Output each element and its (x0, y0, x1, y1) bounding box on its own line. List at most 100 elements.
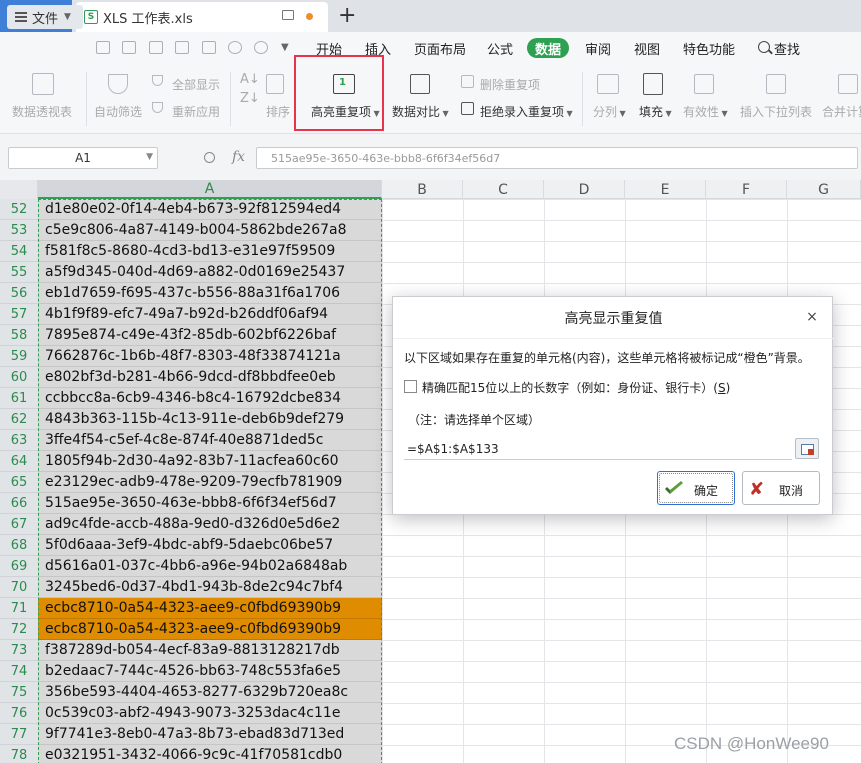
row-number[interactable]: 66 (0, 493, 38, 514)
row-number[interactable]: 70 (0, 577, 38, 598)
duplicate-cell[interactable]: ecbc8710-0a54-4323-aee9-c0fbd69390b9 (38, 598, 382, 619)
save-icon[interactable] (122, 41, 136, 54)
row-number[interactable]: 60 (0, 367, 38, 388)
reapply-button[interactable]: 重新应用 (172, 103, 220, 120)
highlight-duplicates-button[interactable]: 高亮重复项 ▼ (311, 103, 380, 120)
table-cell[interactable]: 3245bed6-0d37-4bd1-943b-8de2c94c7bf4 (38, 577, 382, 598)
formula-input[interactable]: 515ae95e-3650-463e-bbb8-6f6f34ef56d7 (256, 147, 858, 169)
column-header-b[interactable]: B (382, 180, 463, 199)
new-tab-plus-icon[interactable]: + (338, 3, 356, 28)
row-number[interactable]: 74 (0, 661, 38, 682)
column-header-a[interactable]: A (38, 180, 382, 199)
table-cell[interactable]: b2edaac7-744c-4526-bb63-748c553fa6e5 (38, 661, 382, 682)
monitor-icon[interactable] (282, 10, 294, 20)
cancel-button[interactable]: ✘ 取消 (742, 471, 820, 505)
redo-icon[interactable] (254, 41, 268, 54)
row-number[interactable]: 72 (0, 619, 38, 640)
table-cell[interactable]: c5e9c806-4a87-4149-b004-5862bde267a8 (38, 220, 382, 241)
table-cell[interactable]: 5f0d6aaa-3ef9-4bdc-abf9-5daebc06be57 (38, 535, 382, 556)
show-all-button[interactable]: 全部显示 (172, 76, 220, 93)
auto-filter-button[interactable]: 自动筛选 (94, 103, 142, 120)
row-number[interactable]: 55 (0, 262, 38, 283)
row-number[interactable]: 63 (0, 430, 38, 451)
column-header-f[interactable]: F (706, 180, 787, 199)
row-number[interactable]: 62 (0, 409, 38, 430)
zoom-icon[interactable] (204, 152, 215, 163)
table-cell[interactable]: ad9c4fde-accb-488a-9ed0-d326d0e5d6e2 (38, 514, 382, 535)
menu-item-review[interactable]: 审阅 (585, 39, 611, 58)
quick-access-chevron-icon[interactable]: ▼ (281, 42, 289, 53)
sort-asc-icon[interactable]: A↓ (240, 72, 260, 87)
table-cell[interactable]: 356be593-4404-4653-8277-6329b720ea8c (38, 682, 382, 703)
file-menu-button[interactable]: 文件 ▼ (7, 5, 83, 29)
validity-button[interactable]: 有效性 ▼ (683, 103, 728, 120)
pivot-table-button[interactable]: 数据透视表 (12, 103, 72, 120)
row-number[interactable]: 61 (0, 388, 38, 409)
table-cell[interactable]: 0c539c03-abf2-4943-9073-3253dac4c11e (38, 703, 382, 724)
row-number[interactable]: 71 (0, 598, 38, 619)
duplicate-cell[interactable]: ecbc8710-0a54-4323-aee9-c0fbd69390b9 (38, 619, 382, 640)
column-header-g[interactable]: G (787, 180, 861, 199)
menu-item-search[interactable]: 查找 (774, 39, 800, 58)
table-cell[interactable]: a5f9d345-040d-4d69-a882-0d0169e25437 (38, 262, 382, 283)
menu-item-data[interactable]: 数据 (527, 38, 569, 58)
column-header-d[interactable]: D (544, 180, 625, 199)
row-number[interactable]: 67 (0, 514, 38, 535)
select-all-corner[interactable] (0, 180, 38, 199)
ok-button[interactable]: 确定 (657, 471, 735, 505)
table-cell[interactable]: 9f7741e3-8eb0-47a3-8b73-ebad83d713ed (38, 724, 382, 745)
row-number[interactable]: 75 (0, 682, 38, 703)
table-cell[interactable]: f387289d-b054-4ecf-83a9-8813128217db (38, 640, 382, 661)
row-number[interactable]: 58 (0, 325, 38, 346)
table-cell[interactable]: 4b1f9f89-efc7-49a7-b92d-b26ddf06af94 (38, 304, 382, 325)
table-cell[interactable]: d1e80e02-0f14-4eb4-b673-92f812594ed4 (38, 199, 382, 220)
open-folder-icon[interactable] (96, 41, 110, 54)
range-select-icon[interactable] (795, 438, 819, 459)
row-number[interactable]: 64 (0, 451, 38, 472)
fx-icon[interactable]: fx (232, 149, 245, 165)
print-preview-icon[interactable] (202, 41, 216, 54)
table-cell[interactable]: e0321951-3432-4066-9c9c-41f70581cdb0 (38, 745, 382, 763)
table-cell[interactable]: 7662876c-1b6b-48f7-8303-48f33874121a (38, 346, 382, 367)
menu-item-formula[interactable]: 公式 (487, 39, 513, 58)
table-cell[interactable]: 7895e874-c49e-43f2-85db-602bf6226baf (38, 325, 382, 346)
merge-calc-button[interactable]: 合并计算 (822, 103, 861, 120)
table-cell[interactable]: e802bf3d-b281-4b66-9dcd-df8bbdfee0eb (38, 367, 382, 388)
name-box[interactable]: A1 ▼ (8, 147, 158, 169)
close-icon[interactable]: × (804, 309, 820, 325)
undo-icon[interactable] (228, 41, 242, 54)
table-cell[interactable]: ccbbcc8a-6cb9-4346-b8c4-16792dcbe834 (38, 388, 382, 409)
row-number[interactable]: 59 (0, 346, 38, 367)
table-cell[interactable]: eb1d7659-f695-437c-b556-88a31f6a1706 (38, 283, 382, 304)
row-number[interactable]: 65 (0, 472, 38, 493)
range-input[interactable]: =$A$1:$A$133 (404, 438, 792, 460)
data-compare-button[interactable]: 数据对比 ▼ (392, 103, 449, 120)
export-pdf-icon[interactable] (149, 41, 163, 54)
insert-dropdown-button[interactable]: 插入下拉列表 (740, 103, 812, 120)
row-number[interactable]: 69 (0, 556, 38, 577)
row-number[interactable]: 73 (0, 640, 38, 661)
table-cell[interactable]: 1805f94b-2d30-4a92-83b7-11acfea60c60 (38, 451, 382, 472)
menu-item-view[interactable]: 视图 (634, 39, 660, 58)
table-cell[interactable]: 3ffe4f54-c5ef-4c8e-874f-40e8871ded5c (38, 430, 382, 451)
row-number[interactable]: 52 (0, 199, 38, 220)
row-number[interactable]: 57 (0, 304, 38, 325)
row-number[interactable]: 54 (0, 241, 38, 262)
tab-file[interactable]: S XLS 工作表.xls (76, 2, 328, 32)
column-header-e[interactable]: E (625, 180, 706, 199)
fill-button[interactable]: 填充 ▼ (639, 103, 672, 120)
table-cell[interactable]: f581f8c5-8680-4cd3-bd13-e31e97f59509 (38, 241, 382, 262)
print-icon[interactable] (175, 41, 189, 54)
row-number[interactable]: 68 (0, 535, 38, 556)
row-number[interactable]: 56 (0, 283, 38, 304)
sort-button[interactable]: 排序 (266, 103, 290, 120)
search-icon[interactable] (758, 41, 770, 53)
reject-duplicates-button[interactable]: 拒绝录入重复项 ▼ (480, 103, 573, 120)
menu-item-special[interactable]: 特色功能 (683, 39, 735, 58)
table-cell[interactable]: 515ae95e-3650-463e-bbb8-6f6f34ef56d7 (38, 493, 382, 514)
long-number-checkbox-label[interactable]: 精确匹配15位以上的长数字（例如：身份证、银行卡）(S) (422, 379, 730, 396)
split-column-button[interactable]: 分列 ▼ (593, 103, 626, 120)
sort-desc-icon[interactable]: Z↓ (240, 91, 260, 106)
row-number[interactable]: 76 (0, 703, 38, 724)
table-cell[interactable]: d5616a01-037c-4bb6-a96e-94b02a6848ab (38, 556, 382, 577)
